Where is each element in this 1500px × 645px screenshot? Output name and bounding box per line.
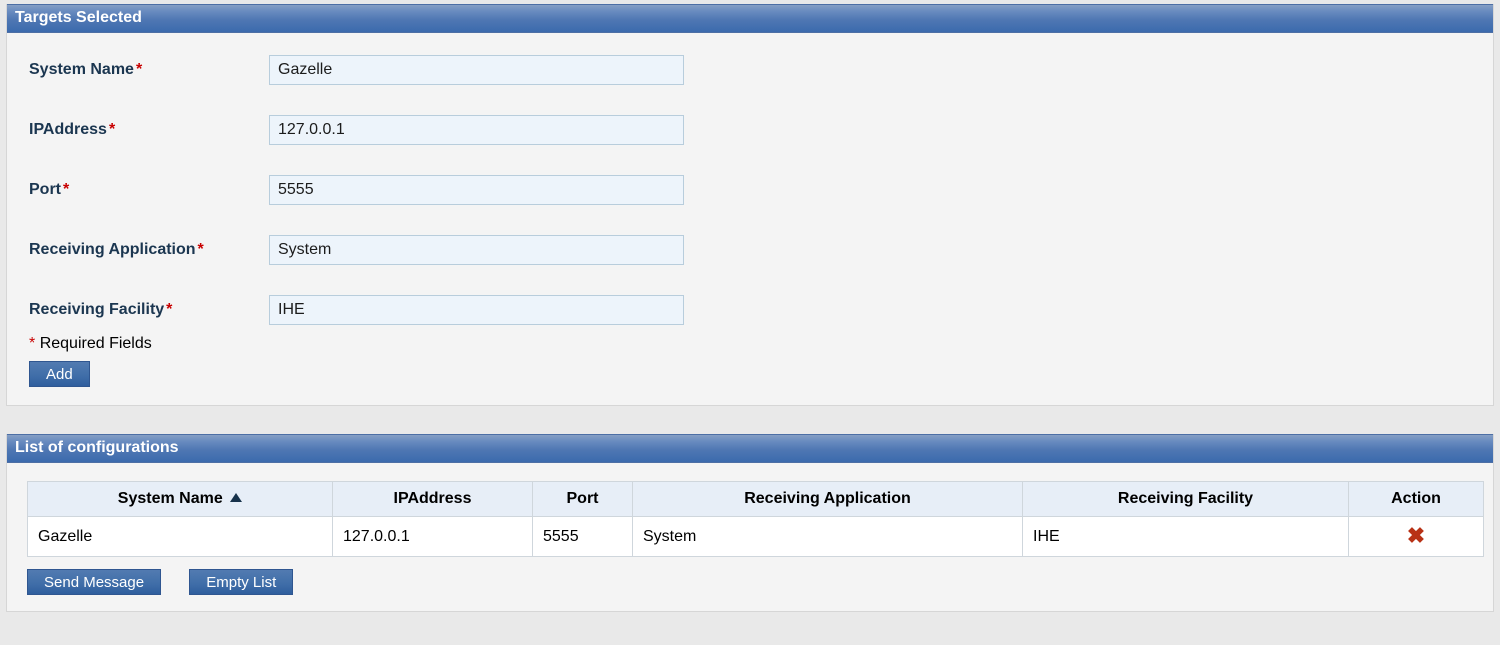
- required-fields-note: * Required Fields: [29, 335, 1471, 353]
- send-message-button[interactable]: Send Message: [27, 569, 161, 595]
- required-star: *: [198, 241, 204, 258]
- table-header-row: System Name IPAddress Port Receiving App…: [28, 482, 1484, 517]
- required-star: *: [136, 61, 142, 78]
- label-ip-address-text: IPAddress: [29, 121, 107, 138]
- input-port[interactable]: [269, 175, 684, 205]
- table-row: Gazelle 127.0.0.1 5555 System IHE ✖: [28, 517, 1484, 557]
- col-header-ip-address[interactable]: IPAddress: [333, 482, 533, 517]
- label-recv-app-text: Receiving Application: [29, 241, 196, 258]
- label-port-text: Port: [29, 181, 61, 198]
- label-ip-address: IPAddress*: [29, 121, 269, 139]
- delete-icon[interactable]: ✖: [1407, 523, 1425, 548]
- required-star: *: [109, 121, 115, 138]
- cell-ip-address: 127.0.0.1: [333, 517, 533, 557]
- label-port: Port*: [29, 181, 269, 199]
- row-system-name: System Name*: [29, 55, 1471, 85]
- sort-asc-icon: [230, 493, 242, 502]
- input-system-name[interactable]: [269, 55, 684, 85]
- cell-recv-fac: IHE: [1023, 517, 1349, 557]
- col-header-port[interactable]: Port: [533, 482, 633, 517]
- label-recv-fac-text: Receiving Facility: [29, 301, 164, 318]
- list-configurations-panel: List of configurations System Name IPAdd…: [6, 434, 1494, 612]
- col-header-recv-fac[interactable]: Receiving Facility: [1023, 482, 1349, 517]
- row-recv-fac: Receiving Facility*: [29, 295, 1471, 325]
- cell-recv-app: System: [633, 517, 1023, 557]
- cell-action: ✖: [1349, 517, 1484, 557]
- required-star-note: *: [29, 335, 35, 352]
- configurations-table: System Name IPAddress Port Receiving App…: [27, 481, 1484, 557]
- input-recv-fac[interactable]: [269, 295, 684, 325]
- required-star: *: [166, 301, 172, 318]
- cell-port: 5555: [533, 517, 633, 557]
- targets-selected-panel: Targets Selected System Name* IPAddress*…: [6, 4, 1494, 406]
- input-recv-app[interactable]: [269, 235, 684, 265]
- list-buttons: Send Message Empty List: [27, 569, 1473, 595]
- add-button[interactable]: Add: [29, 361, 90, 387]
- input-ip-address[interactable]: [269, 115, 684, 145]
- row-port: Port*: [29, 175, 1471, 205]
- col-header-system-name[interactable]: System Name: [28, 482, 333, 517]
- col-header-recv-app[interactable]: Receiving Application: [633, 482, 1023, 517]
- panel-title-list: List of configurations: [7, 434, 1493, 463]
- label-system-name: System Name*: [29, 61, 269, 79]
- row-recv-app: Receiving Application*: [29, 235, 1471, 265]
- list-body: System Name IPAddress Port Receiving App…: [7, 463, 1493, 611]
- col-header-action: Action: [1349, 482, 1484, 517]
- row-ip-address: IPAddress*: [29, 115, 1471, 145]
- label-recv-app: Receiving Application*: [29, 241, 269, 259]
- panel-title-targets: Targets Selected: [7, 4, 1493, 33]
- col-header-system-name-text: System Name: [118, 490, 223, 507]
- required-star: *: [63, 181, 69, 198]
- empty-list-button[interactable]: Empty List: [189, 569, 293, 595]
- required-fields-note-text: Required Fields: [40, 335, 152, 352]
- label-recv-fac: Receiving Facility*: [29, 301, 269, 319]
- label-system-name-text: System Name: [29, 61, 134, 78]
- cell-system-name: Gazelle: [28, 517, 333, 557]
- targets-form: System Name* IPAddress* Port* Receiving …: [7, 33, 1493, 405]
